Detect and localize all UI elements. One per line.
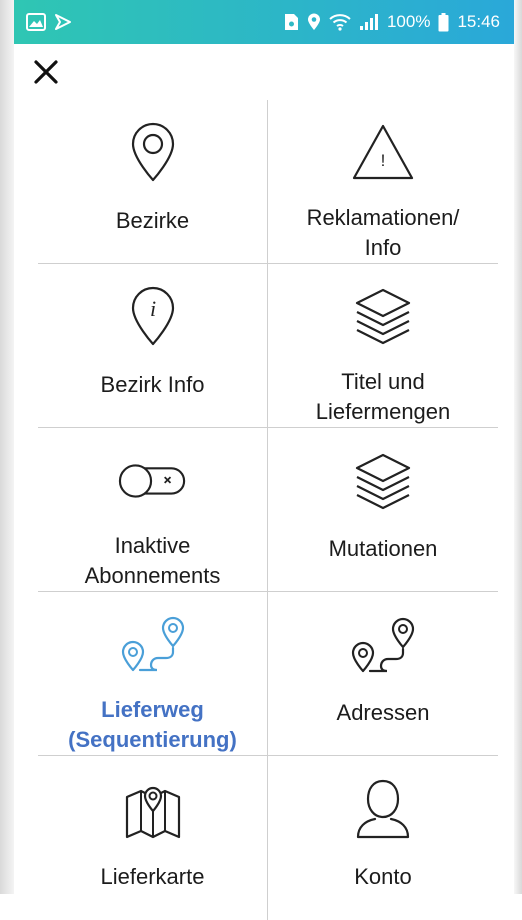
play-store-notification-icon <box>54 13 72 31</box>
menu-row: i Bezirk Info Titel und Liefermengen <box>38 264 498 428</box>
menu-item-bezirke[interactable]: Bezirke <box>38 100 268 263</box>
menu-item-label: Lieferkarte <box>100 864 205 889</box>
menu-item-label: Lieferweg (Sequentierung) <box>68 697 237 752</box>
menu-item-label: Reklamationen/ Info <box>306 205 460 260</box>
location-pin-icon <box>118 118 188 188</box>
warning-triangle-icon: ! <box>348 118 418 185</box>
menu-item-adressen[interactable]: Adressen <box>268 592 498 755</box>
close-icon <box>34 60 58 84</box>
map-pin-icon <box>118 774 188 844</box>
menu-item-label: Titel und Liefermengen <box>315 369 451 424</box>
menu-item-label: Bezirk Info <box>100 372 205 397</box>
layers-icon <box>348 446 418 516</box>
info-pin-icon: i <box>118 282 188 352</box>
route-icon <box>348 610 418 680</box>
menu-item-lieferkarte[interactable]: Lieferkarte <box>38 756 268 920</box>
sim-lock-icon <box>283 13 299 31</box>
menu-item-reklamationen[interactable]: ! Reklamationen/ Info <box>268 100 498 263</box>
menu-item-inaktive-abonnements[interactable]: Inaktive Abonnements <box>38 428 268 591</box>
clock: 15:46 <box>457 12 500 31</box>
menu-item-label: Konto <box>354 864 412 889</box>
menu-item-bezirk-info[interactable]: i Bezirk Info <box>38 264 268 427</box>
menu-row: Inaktive Abonnements Mutationen <box>38 428 498 592</box>
menu-item-label: Mutationen <box>328 536 438 561</box>
menu-grid: Bezirke ! Reklamationen/ Info i Bezirk I… <box>38 100 498 920</box>
gallery-notification-icon <box>26 13 46 31</box>
svg-text:!: ! <box>381 151 386 170</box>
menu-item-label: Bezirke <box>115 208 190 233</box>
wifi-icon <box>329 13 351 31</box>
battery-icon <box>438 12 449 32</box>
close-button[interactable] <box>28 54 64 90</box>
battery-percent: 100% <box>386 12 431 31</box>
menu-item-label: Adressen <box>336 700 430 725</box>
menu-row: Lieferkarte Konto <box>38 756 498 920</box>
menu-item-mutationen[interactable]: Mutationen <box>268 428 498 591</box>
menu-row: Lieferweg (Sequentierung) Adressen <box>38 592 498 756</box>
menu-row: Bezirke ! Reklamationen/ Info <box>38 100 498 264</box>
frame-edge-left <box>0 0 14 894</box>
menu-item-konto[interactable]: Konto <box>268 756 498 920</box>
layers-icon <box>348 282 418 349</box>
navigation-menu: Bezirke ! Reklamationen/ Info i Bezirk I… <box>14 44 514 920</box>
toggle-off-icon <box>118 446 188 513</box>
location-icon <box>307 13 321 31</box>
user-icon <box>348 774 418 844</box>
menu-item-lieferweg[interactable]: Lieferweg (Sequentierung) <box>38 592 268 755</box>
frame-edge-right <box>514 0 522 894</box>
svg-text:i: i <box>149 296 155 321</box>
signal-icon <box>359 13 379 31</box>
status-bar: 100% 15:46 <box>14 0 514 44</box>
route-icon <box>118 610 188 677</box>
menu-item-titel-liefermengen[interactable]: Titel und Liefermengen <box>268 264 498 427</box>
menu-item-label: Inaktive Abonnements <box>84 533 221 588</box>
